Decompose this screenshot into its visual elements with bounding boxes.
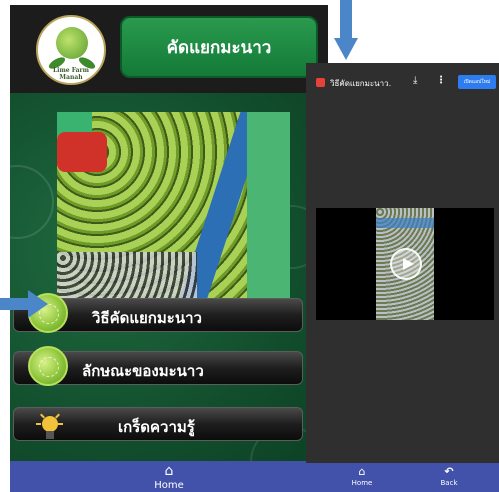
menu-button-lime-characteristics[interactable]: ลักษณะของมะนาว bbox=[13, 346, 303, 386]
tab-home[interactable]: Home bbox=[344, 479, 380, 487]
bottom-tab-bar: ⌂ Home bbox=[10, 461, 328, 492]
play-icon[interactable] bbox=[390, 248, 422, 280]
tab-back[interactable]: Back bbox=[431, 479, 467, 487]
pointer-arrow-down-icon bbox=[334, 0, 358, 60]
app-header: Lime Farm Manah คัดแยกมะนาว bbox=[10, 5, 328, 93]
bottom-tab-bar: ⌂ Home ↶ Back bbox=[306, 463, 499, 492]
lightbulb-icon bbox=[36, 413, 63, 441]
video-screen: วิธีคัดแยกมะนาว. ⤓ ⋮ เปิดแอปใหม่ ⌂ Home … bbox=[306, 63, 499, 492]
back-arrow-icon[interactable]: ↶ bbox=[442, 465, 456, 478]
menu-label: ลักษณะของมะนาว bbox=[82, 362, 204, 380]
logo-text: Lime Farm Manah bbox=[52, 67, 90, 81]
pointer-arrow-right-icon bbox=[0, 290, 48, 318]
menu-button-knowledge-tips[interactable]: เกร็ดความรู้ bbox=[13, 407, 303, 441]
more-vert-icon[interactable]: ⋮ bbox=[436, 75, 446, 86]
video-player[interactable] bbox=[316, 208, 494, 320]
download-icon[interactable]: ⤓ bbox=[413, 75, 417, 86]
lime-logo-icon: Lime Farm Manah bbox=[36, 15, 106, 85]
lime-slice-icon bbox=[28, 346, 68, 386]
page-title-box: คัดแยกมะนาว bbox=[120, 16, 318, 78]
home-icon[interactable]: ⌂ bbox=[160, 463, 178, 479]
video-toolbar: วิธีคัดแยกมะนาว. ⤓ ⋮ เปิดแอปใหม่ bbox=[306, 71, 499, 99]
menu-label: วิธีคัดแยกมะนาว bbox=[92, 309, 202, 327]
open-app-button[interactable]: เปิดแอปใหม่ bbox=[458, 75, 496, 89]
background-lime-decoration bbox=[10, 165, 54, 239]
tab-home[interactable]: Home bbox=[10, 480, 328, 491]
menu-button-sorting-method[interactable]: วิธีคัดแยกมะนาว bbox=[13, 293, 303, 333]
video-title: วิธีคัดแยกมะนาว. bbox=[330, 79, 392, 88]
video-app-icon bbox=[316, 78, 325, 87]
menu-label: เกร็ดความรู้ bbox=[118, 418, 195, 436]
main-app-screen: Lime Farm Manah คัดแยกมะนาว วิธีคัดแยกมะ… bbox=[10, 5, 328, 492]
home-icon[interactable]: ⌂ bbox=[355, 465, 369, 478]
lime-sorting-photo bbox=[57, 112, 290, 298]
page-title: คัดแยกมะนาว bbox=[166, 37, 272, 58]
